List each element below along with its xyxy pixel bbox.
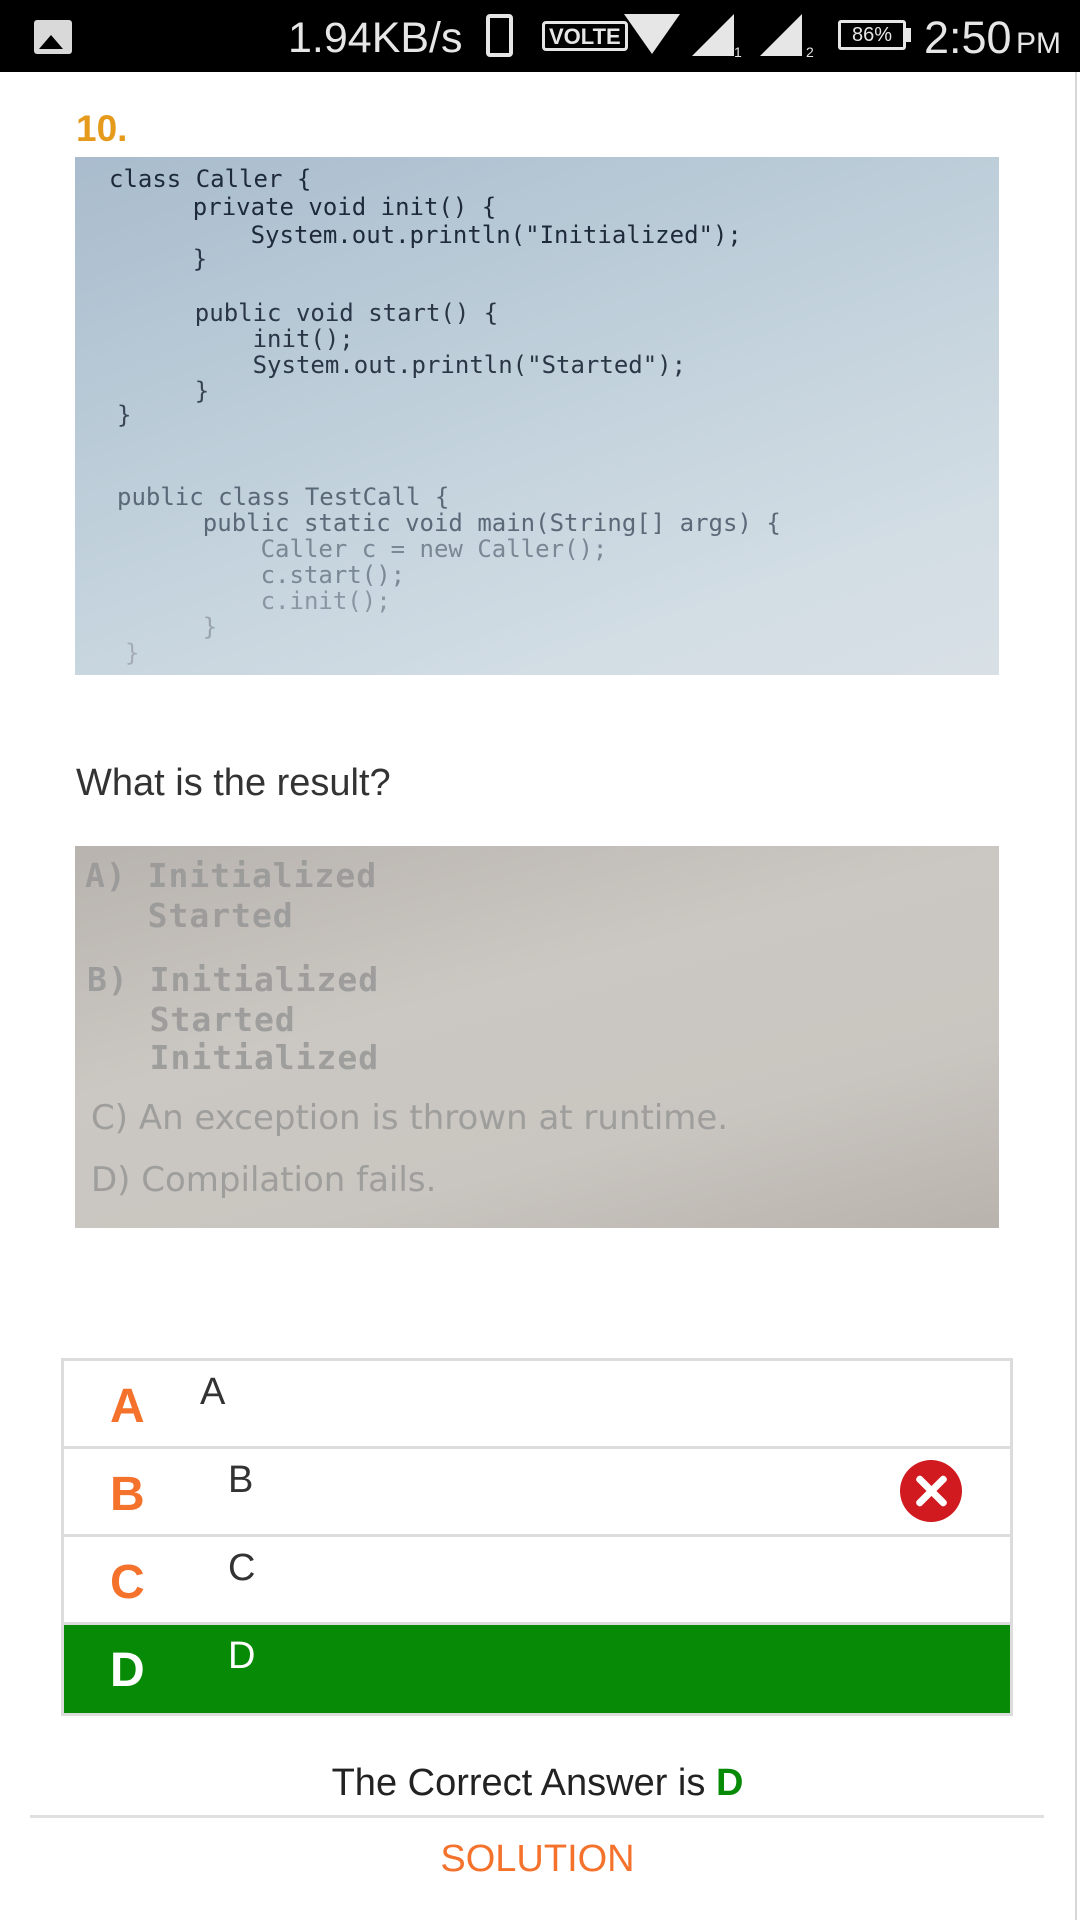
choice-line: B) Initialized xyxy=(87,960,380,999)
correct-answer-letter: D xyxy=(715,1762,744,1804)
code-line: } xyxy=(137,377,210,405)
battery-icon: 86% xyxy=(838,20,906,50)
code-line: System.out.println("Started"); xyxy=(137,351,687,379)
choice-line: Started xyxy=(85,896,294,935)
correct-answer-prefix: The Correct Answer is xyxy=(331,1762,716,1804)
option-a[interactable]: A A xyxy=(64,1361,1010,1449)
option-letter: B xyxy=(110,1468,145,1521)
option-b[interactable]: B B xyxy=(64,1449,1010,1537)
choice-line: D) Compilation fails. xyxy=(91,1160,437,1200)
phone-icon xyxy=(486,14,513,57)
code-line: } xyxy=(135,245,208,273)
option-text: A xyxy=(200,1371,226,1413)
correct-answer-text: The Correct Answer is D xyxy=(0,1762,1075,1805)
question-number: 10. xyxy=(76,108,128,149)
network-speed: 1.94KB/s xyxy=(288,14,463,62)
divider xyxy=(30,1815,1044,1818)
status-bar: 1.94KB/s VOLTE 1 2 86% 2:50 PM xyxy=(0,0,1080,72)
solution-button[interactable]: SOLUTION xyxy=(0,1838,1075,1881)
code-line: private void init() { xyxy=(135,193,497,221)
code-line: System.out.println("Initialized"); xyxy=(135,221,742,249)
choice-line: Initialized xyxy=(87,1038,380,1077)
code-line: public void start() { xyxy=(137,299,499,327)
choice-line: Started xyxy=(87,1000,296,1039)
signal-icon xyxy=(692,14,734,56)
option-c[interactable]: C C xyxy=(64,1537,1010,1625)
question-prompt: What is the result? xyxy=(76,762,391,804)
question-code-image: class Caller { private void init() { Sys… xyxy=(75,157,999,675)
code-line: public static void main(String[] args) { xyxy=(145,509,781,537)
gallery-icon xyxy=(34,20,72,54)
answer-choices-image: A) Initialized Started B) Initialized St… xyxy=(75,846,999,1228)
code-line: } xyxy=(125,639,140,667)
option-letter: C xyxy=(110,1556,145,1609)
clock-ampm: PM xyxy=(1016,27,1061,60)
code-line: c.init(); xyxy=(145,587,391,615)
volte-badge: VOLTE xyxy=(542,21,628,51)
signal-icon xyxy=(760,14,802,56)
answer-options: A A B B C C D D xyxy=(61,1358,1013,1716)
battery-tip xyxy=(906,28,911,42)
code-line: init(); xyxy=(137,325,354,353)
wifi-icon xyxy=(624,14,680,54)
option-text: B xyxy=(228,1459,254,1501)
code-line: c.start(); xyxy=(145,561,406,589)
code-line: public class TestCall { xyxy=(117,483,450,511)
option-text: D xyxy=(228,1635,256,1677)
option-text: C xyxy=(228,1547,256,1589)
code-line: Caller c = new Caller(); xyxy=(145,535,608,563)
sim2-label: 2 xyxy=(806,44,814,60)
clock: 2:50 xyxy=(924,12,1012,63)
code-line: } xyxy=(145,613,218,641)
code-line: } xyxy=(117,401,132,429)
option-letter: D xyxy=(110,1644,145,1697)
choice-line: A) Initialized xyxy=(85,856,378,895)
battery-level: 86% xyxy=(851,24,893,46)
sim1-label: 1 xyxy=(734,44,742,60)
choice-line: C) An exception is thrown at runtime. xyxy=(91,1098,729,1138)
option-d[interactable]: D D xyxy=(64,1625,1010,1713)
wrong-answer-icon xyxy=(900,1460,962,1522)
code-line: class Caller { xyxy=(109,165,312,193)
scroll-edge xyxy=(1075,72,1077,1920)
option-letter: A xyxy=(110,1380,145,1433)
